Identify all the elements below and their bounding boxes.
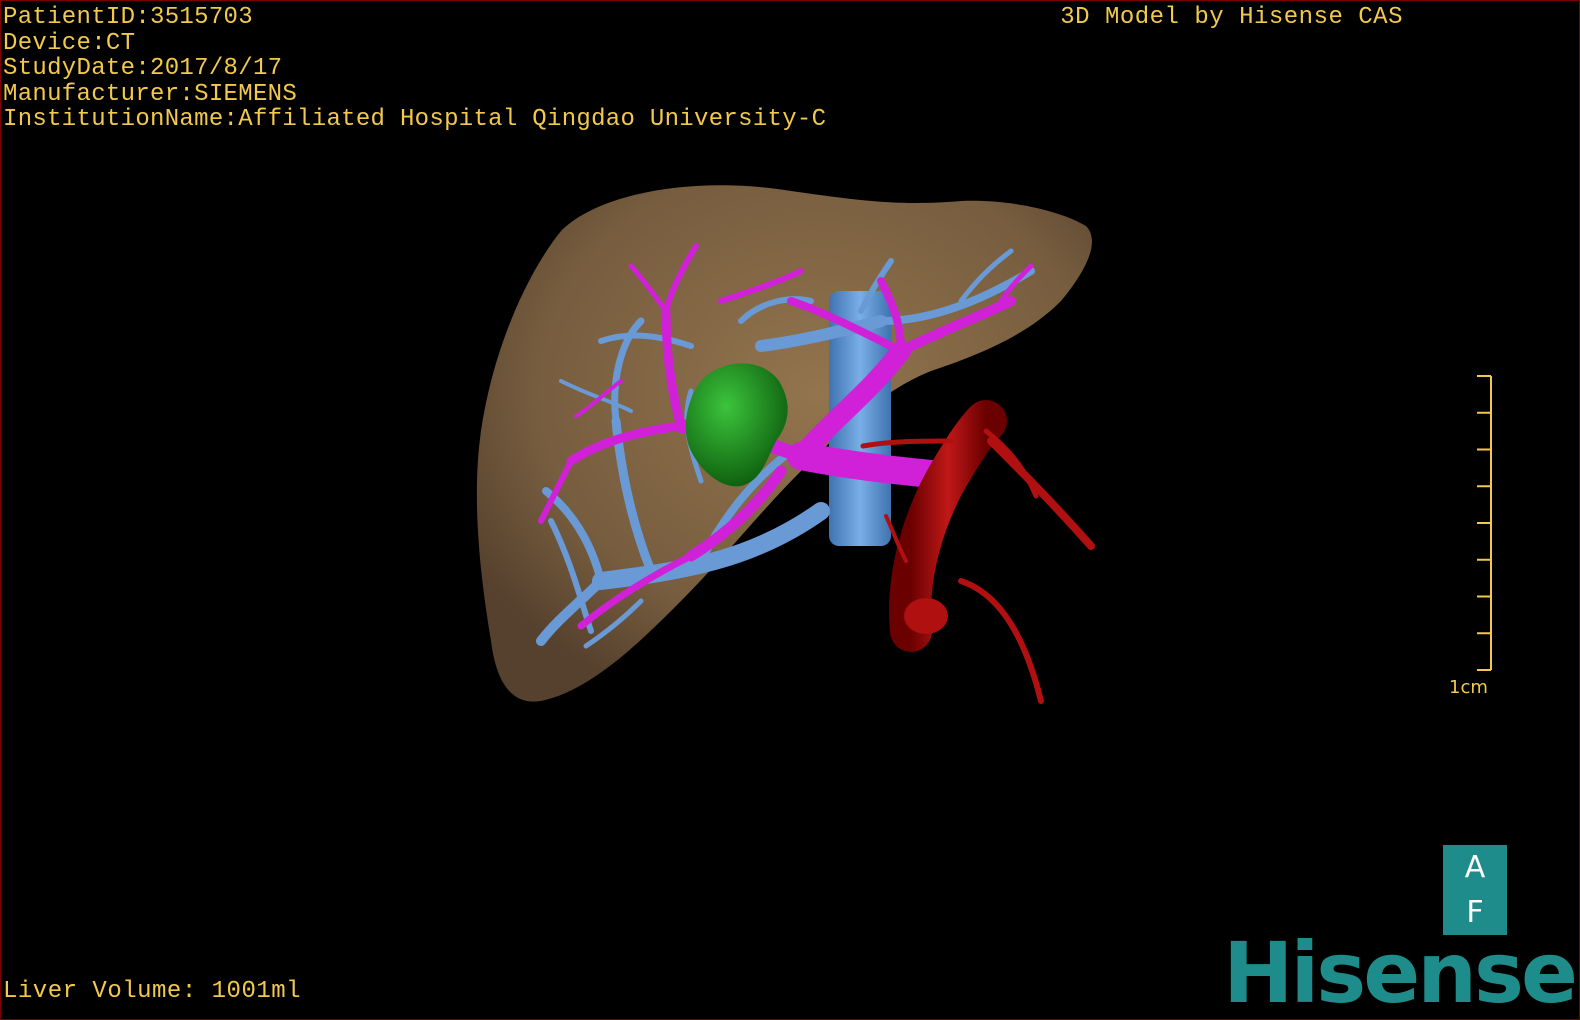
- orientation-anterior-label: A: [1464, 849, 1486, 885]
- patient-id-text: PatientID:3515703: [3, 4, 253, 31]
- device-text: Device:CT: [3, 29, 136, 57]
- manufacturer-text: Manufacturer:SIEMENS: [3, 80, 298, 108]
- model-credit-text: 3D Model by Hisense CAS: [1060, 4, 1403, 31]
- hisense-logo: Hisense: [1223, 924, 1578, 1020]
- study-date-text: StudyDate:2017/8/17: [3, 55, 283, 82]
- liver-volume-text: Liver Volume: 1001ml: [3, 978, 302, 1005]
- scale-label: 1cm: [1449, 677, 1488, 698]
- liver-3d-render[interactable]: [1, 1, 1579, 1019]
- 3d-viewport[interactable]: PatientID:3515703 Device:CT StudyDate:20…: [0, 0, 1580, 1020]
- dicom-info-overlay: PatientID:3515703 Device:CT StudyDate:20…: [3, 5, 826, 133]
- orientation-foot-label: F: [1466, 894, 1484, 930]
- institution-text: InstitutionName:Affiliated Hospital Qing…: [3, 106, 827, 133]
- scale-bar: [1477, 375, 1492, 671]
- orientation-marker[interactable]: A F: [1443, 845, 1507, 935]
